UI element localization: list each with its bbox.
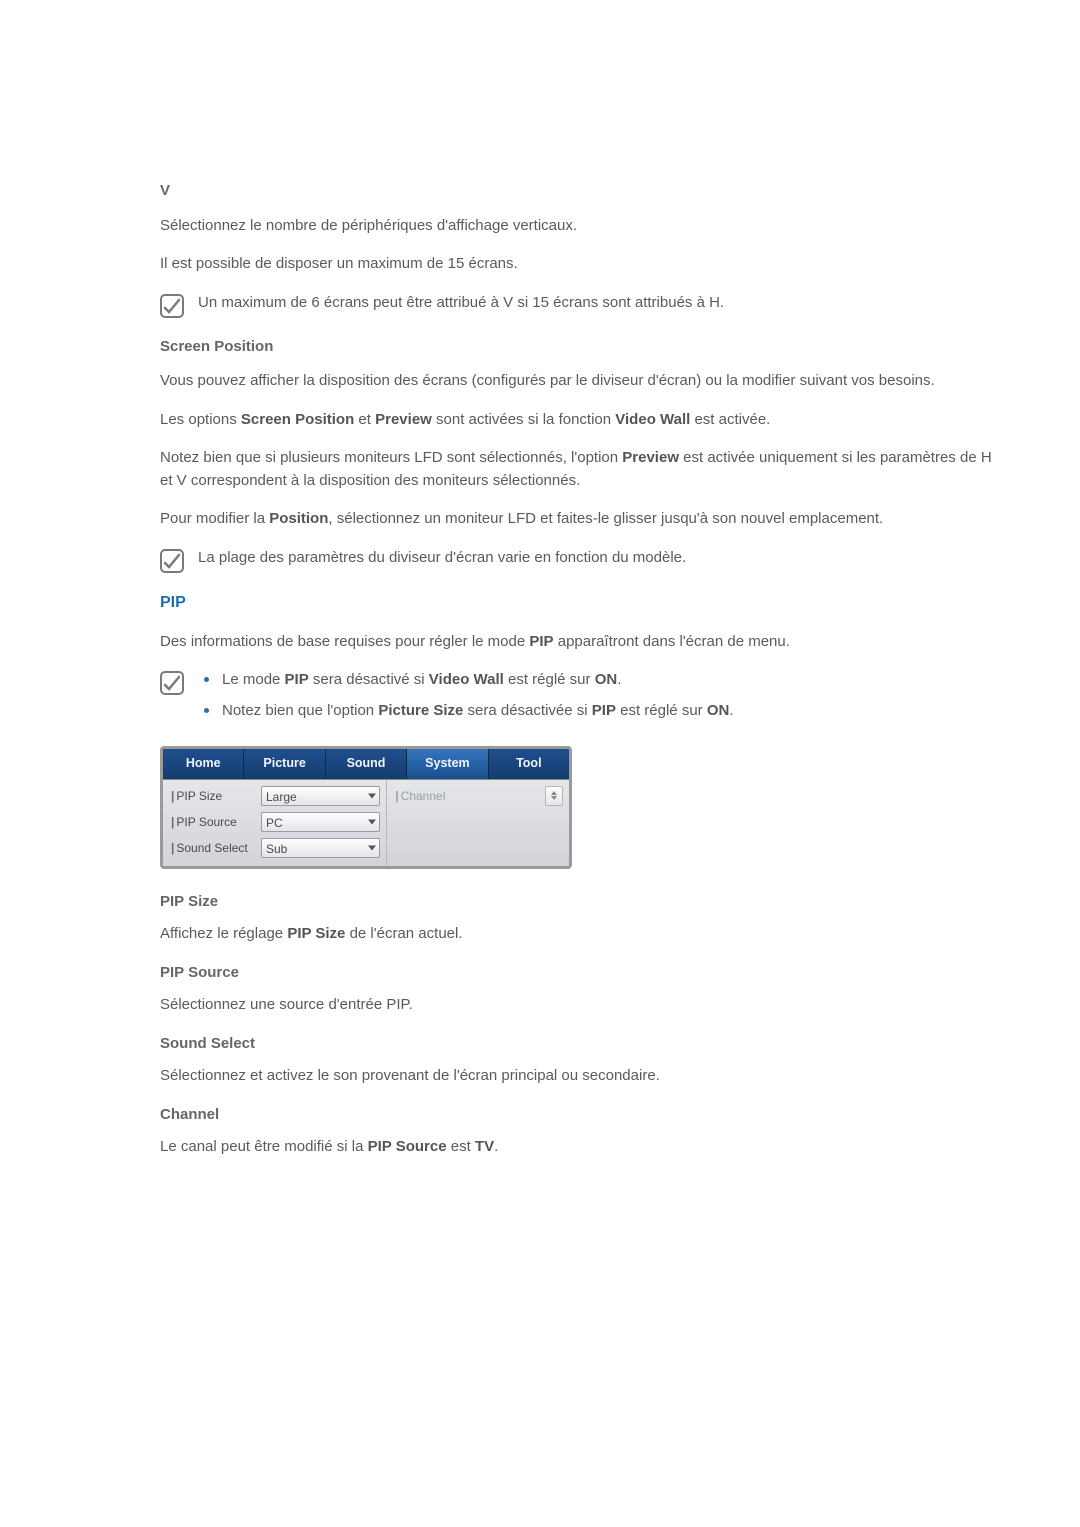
note-pip: Le mode PIP sera désactivé si Video Wall…	[160, 669, 1000, 730]
select-sound-select[interactable]: Sub	[261, 838, 380, 858]
para-sound-select: Sélectionnez et activez le son provenant…	[160, 1065, 1000, 1088]
label-channel: |Channel	[393, 787, 445, 805]
tab-bar: Home Picture Sound System Tool	[163, 749, 569, 780]
channel-stepper[interactable]	[545, 786, 563, 806]
para-sp-3: Notez bien que si plusieurs moniteurs LF…	[160, 447, 1000, 492]
heading-pip-size: PIP Size	[160, 891, 1000, 914]
heading-v: V	[160, 180, 1000, 203]
para-sp-1: Vous pouvez afficher la disposition des …	[160, 370, 1000, 393]
note-sp: La plage des paramètres du diviseur d'éc…	[160, 547, 1000, 573]
note-icon	[160, 671, 184, 695]
note-icon	[160, 294, 184, 318]
para-sp-2: Les options Screen Position et Preview s…	[160, 409, 1000, 432]
note-sp-text: La plage des paramètres du diviseur d'éc…	[198, 547, 686, 570]
para-pip-intro: Des informations de base requises pour r…	[160, 631, 1000, 654]
para-v-2: Il est possible de disposer un maximum d…	[160, 253, 1000, 276]
tab-sound[interactable]: Sound	[326, 749, 407, 779]
note-v: Un maximum de 6 écrans peut être attribu…	[160, 292, 1000, 318]
note-icon	[160, 549, 184, 573]
tab-home[interactable]: Home	[163, 749, 244, 779]
para-channel: Le canal peut être modifié si la PIP Sou…	[160, 1136, 1000, 1159]
chevron-down-icon	[368, 819, 376, 824]
select-pip-source[interactable]: PC	[261, 812, 380, 832]
tab-system[interactable]: System	[407, 749, 488, 779]
chevron-up-icon	[551, 791, 557, 795]
heading-pip: PIP	[160, 591, 1000, 615]
pip-bullet-list: Le mode PIP sera désactivé si Video Wall…	[198, 669, 734, 730]
para-v-1: Sélectionnez le nombre de périphériques …	[160, 215, 1000, 238]
heading-sound-select: Sound Select	[160, 1033, 1000, 1056]
para-pip-source: Sélectionnez une source d'entrée PIP.	[160, 994, 1000, 1017]
select-pip-size[interactable]: Large	[261, 786, 380, 806]
chevron-down-icon	[368, 793, 376, 798]
pip-settings-panel: Home Picture Sound System Tool |PIP Size…	[160, 746, 572, 869]
para-pip-size: Affichez le réglage PIP Size de l'écran …	[160, 923, 1000, 946]
label-pip-size: |PIP Size	[169, 787, 261, 805]
list-item: Le mode PIP sera désactivé si Video Wall…	[204, 669, 734, 692]
note-v-text: Un maximum de 6 écrans peut être attribu…	[198, 292, 724, 315]
label-sound-select: |Sound Select	[169, 839, 261, 857]
heading-screen-position: Screen Position	[160, 336, 1000, 359]
para-sp-4: Pour modifier la Position, sélectionnez …	[160, 508, 1000, 531]
list-item: Notez bien que l'option Picture Size ser…	[204, 700, 734, 723]
tab-tool[interactable]: Tool	[489, 749, 569, 779]
tab-picture[interactable]: Picture	[244, 749, 325, 779]
heading-pip-source: PIP Source	[160, 962, 1000, 985]
chevron-down-icon	[551, 796, 557, 800]
label-pip-source: |PIP Source	[169, 813, 261, 831]
heading-channel: Channel	[160, 1104, 1000, 1127]
chevron-down-icon	[368, 845, 376, 850]
